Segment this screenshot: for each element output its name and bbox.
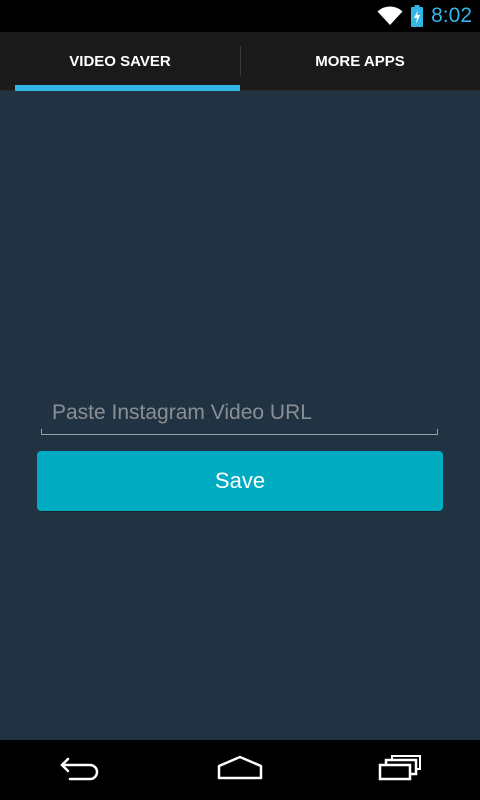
tab-divider [240, 46, 241, 76]
tab-video-saver[interactable]: VIDEO SAVER [0, 32, 240, 91]
tab-bar: VIDEO SAVER MORE APPS [0, 32, 480, 91]
app-screen: 8:02 VIDEO SAVER MORE APPS Save [0, 0, 480, 800]
url-input-underline [41, 429, 438, 435]
recent-apps-button[interactable] [360, 740, 440, 800]
battery-charging-icon [411, 5, 424, 27]
status-bar: 8:02 [0, 0, 480, 32]
tab-label: VIDEO SAVER [69, 52, 171, 70]
url-input[interactable] [41, 395, 438, 431]
url-input-container [41, 395, 438, 435]
status-time: 8:02 [431, 4, 472, 27]
navigation-bar [0, 740, 480, 800]
home-button[interactable] [200, 740, 280, 800]
main-content: Save [0, 91, 480, 740]
wifi-icon [377, 6, 403, 26]
tab-more-apps[interactable]: MORE APPS [240, 32, 480, 91]
recent-apps-icon [378, 754, 422, 786]
save-button[interactable]: Save [37, 451, 443, 511]
tab-label: MORE APPS [315, 52, 405, 70]
back-button[interactable] [40, 740, 120, 800]
back-icon [58, 755, 102, 786]
home-icon [216, 755, 264, 786]
